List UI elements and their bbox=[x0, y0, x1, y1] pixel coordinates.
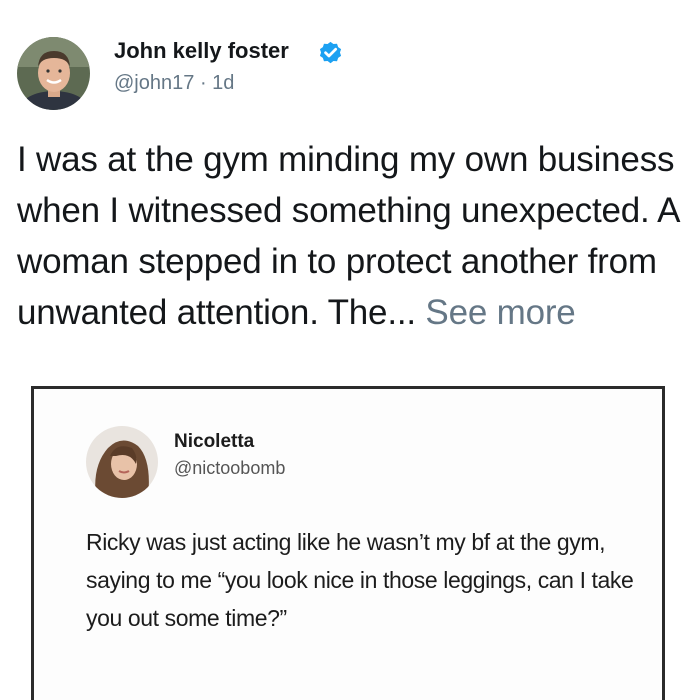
see-more-link[interactable]: See more bbox=[425, 293, 575, 332]
embedded-author-name: Nicoletta bbox=[174, 431, 255, 452]
post-body: I was at the gym minding my own business… bbox=[17, 140, 679, 332]
embedded-post-image[interactable]: Nicoletta @nictoobomb Ricky was just act… bbox=[31, 386, 665, 700]
embedded-author-avatar bbox=[86, 426, 158, 498]
embedded-author-handle: @nictoobomb bbox=[174, 458, 286, 478]
post-screenshot: John kelly foster @john17 · 1d I was at … bbox=[0, 0, 700, 700]
author-handle[interactable]: @john17 bbox=[114, 72, 194, 94]
embedded-post-text: Ricky was just acting like he wasn’t my … bbox=[86, 529, 634, 631]
post-text: I was at the gym minding my own business… bbox=[17, 134, 687, 338]
author-name[interactable]: John kelly foster bbox=[114, 38, 289, 64]
author-avatar[interactable] bbox=[17, 37, 90, 110]
author-meta: @john17 · 1d bbox=[114, 72, 234, 95]
post-age[interactable]: 1d bbox=[212, 72, 234, 94]
meta-separator: · bbox=[199, 72, 207, 94]
verified-badge-icon bbox=[319, 41, 342, 64]
